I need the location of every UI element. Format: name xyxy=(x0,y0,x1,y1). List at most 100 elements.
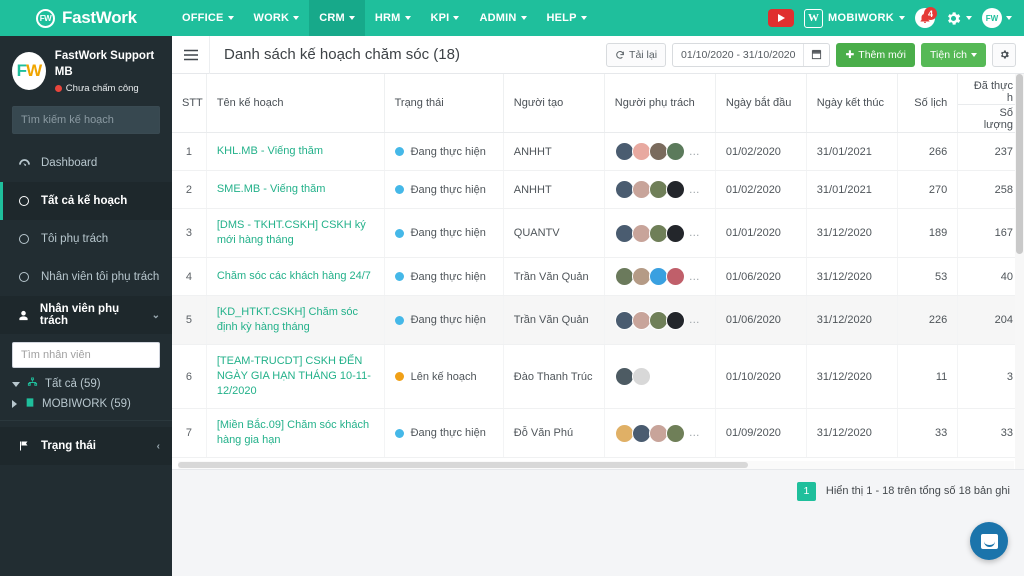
cell-plan-name[interactable]: [KD_HTKT.CSKH] Chăm sóc định kỳ hàng thá… xyxy=(206,295,385,345)
plan-link[interactable]: [DMS - TKHT.CSKH] CSKH ký mới hàng tháng xyxy=(217,218,374,248)
scrollbar-thumb[interactable] xyxy=(178,462,748,468)
avatar xyxy=(614,367,634,386)
nav-item-office[interactable]: OFFICE xyxy=(172,0,244,36)
table-row[interactable]: 6 [TEAM-TRUCDT] CSKH ĐẾN NGÀY GIA HẠN TH… xyxy=(172,344,1024,409)
sidebar-item-my-staff-responsibility[interactable]: Nhân viên tôi phụ trách xyxy=(0,258,172,296)
cell-plan-name[interactable]: [TEAM-TRUCDT] CSKH ĐẾN NGÀY GIA HẠN THÁN… xyxy=(206,344,385,409)
circle-icon xyxy=(17,272,31,282)
sidebar-search-box[interactable] xyxy=(12,106,163,134)
employee-search-box[interactable] xyxy=(12,342,163,368)
column-header-schedule-count[interactable]: Số lịch xyxy=(897,74,959,133)
table-row[interactable]: 4 Chăm sóc các khách hàng 24/7 Đang thực… xyxy=(172,257,1024,296)
more-assignees-indicator[interactable]: … xyxy=(689,427,701,439)
cell-status: Đang thực hiện xyxy=(384,208,504,258)
chat-icon xyxy=(980,533,998,549)
settings-menu-button[interactable] xyxy=(945,10,972,27)
utility-label: Tiện ích xyxy=(930,48,967,61)
sidebar-item-all-plans[interactable]: Tất cả kế hoạch xyxy=(0,182,172,220)
cell-start-date: 01/01/2020 xyxy=(715,208,807,258)
date-range-picker[interactable]: 01/10/2020 - 31/10/2020 xyxy=(672,42,831,67)
nav-item-hrm[interactable]: HRM xyxy=(365,0,421,36)
utility-button[interactable]: Tiện ích xyxy=(921,42,986,67)
chat-support-button[interactable] xyxy=(970,522,1008,560)
employee-search-input[interactable] xyxy=(21,349,163,361)
column-header-status[interactable]: Trạng thái xyxy=(384,74,504,133)
table-row[interactable]: 2 SME.MB - Viếng thăm Đang thực hiện ANH… xyxy=(172,170,1024,209)
more-assignees-indicator[interactable]: … xyxy=(689,227,701,239)
column-header-plan-name[interactable]: Tên kế hoạch xyxy=(206,74,385,133)
tree-node-all[interactable]: Tất cả (59) xyxy=(0,374,172,394)
column-header-start-date[interactable]: Ngày bắt đầu xyxy=(715,74,807,133)
date-range-value[interactable]: 01/10/2020 - 31/10/2020 xyxy=(673,44,803,66)
table-row[interactable]: 5 [KD_HTKT.CSKH] Chăm sóc định kỳ hàng t… xyxy=(172,295,1024,345)
nav-item-work[interactable]: WORK xyxy=(244,0,310,36)
brand-logo-area[interactable]: FW FastWork xyxy=(0,0,172,36)
cell-plan-name[interactable]: SME.MB - Viếng thăm xyxy=(206,170,385,209)
cell-schedule-count: 53 xyxy=(897,257,959,296)
sidebar: FW FastWork Support MB Chưa chấm công Da… xyxy=(0,36,172,576)
plan-link[interactable]: [Miền Bắc.09] Chăm sóc khách hàng gia hạ… xyxy=(217,418,374,448)
column-header-assignee[interactable]: Người phụ trách xyxy=(604,74,716,133)
sidebar-item-my-responsibility[interactable]: Tôi phụ trách xyxy=(0,220,172,258)
more-assignees-indicator[interactable]: … xyxy=(689,184,701,196)
workspace-label: MOBIWORK xyxy=(828,12,894,24)
attendance-status: Chưa chấm công xyxy=(54,83,162,94)
notifications-button[interactable]: 4 xyxy=(915,7,937,28)
youtube-icon[interactable] xyxy=(768,9,795,27)
scrollbar-thumb[interactable] xyxy=(1016,74,1023,254)
nav-label-help: HELP xyxy=(546,12,577,24)
user-profile-block[interactable]: FW FastWork Support MB Chưa chấm công xyxy=(0,36,172,106)
table-row[interactable]: 1 KHL.MB - Viếng thăm Đang thực hiện ANH… xyxy=(172,132,1024,171)
plan-link[interactable]: KHL.MB - Viếng thăm xyxy=(217,144,374,159)
plan-link[interactable]: [KD_HTKT.CSKH] Chăm sóc định kỳ hàng thá… xyxy=(217,305,374,335)
tree-node-mobiwork[interactable]: MOBIWORK (59) xyxy=(0,394,172,414)
column-header-end-date[interactable]: Ngày kết thúc xyxy=(806,74,898,133)
sidebar-toggle-button[interactable] xyxy=(172,35,210,74)
tree-node-label: Tất cả (59) xyxy=(45,378,101,390)
chevron-down-icon xyxy=(453,16,460,20)
table-settings-button[interactable] xyxy=(992,42,1016,67)
nav-item-help[interactable]: HELP xyxy=(537,0,597,36)
pagination-bar: 1 Hiển thị 1 - 18 trên tổng số 18 bản gh… xyxy=(172,470,1024,512)
notification-badge: 4 xyxy=(924,7,937,20)
plan-link[interactable]: Chăm sóc các khách hàng 24/7 xyxy=(217,269,374,284)
more-assignees-indicator[interactable]: … xyxy=(689,271,701,283)
table-row[interactable]: 3 [DMS - TKHT.CSKH] CSKH ký mới hàng thá… xyxy=(172,208,1024,258)
cell-schedule-count: 266 xyxy=(897,132,959,171)
table-horizontal-scrollbar[interactable] xyxy=(178,461,1014,469)
avatar xyxy=(648,267,668,286)
add-new-button[interactable]: ✚ Thêm mới xyxy=(836,42,916,67)
nav-item-crm[interactable]: CRM xyxy=(309,0,365,36)
nav-item-admin[interactable]: ADMIN xyxy=(469,0,536,36)
column-header-creator[interactable]: Người tạo xyxy=(503,74,605,133)
nav-item-kpi[interactable]: KPI xyxy=(421,0,470,36)
search-input[interactable] xyxy=(21,114,163,126)
table-vertical-scrollbar[interactable] xyxy=(1015,74,1024,469)
add-new-label: Thêm mới xyxy=(858,48,907,61)
cell-plan-name[interactable]: [Miền Bắc.09] Chăm sóc khách hàng gia hạ… xyxy=(206,408,385,458)
cell-end-date: 31/12/2020 xyxy=(806,295,898,345)
page-number-button[interactable]: 1 xyxy=(796,481,816,501)
user-account-menu[interactable]: FW xyxy=(982,8,1012,28)
sidebar-section-assignee[interactable]: Nhân viên phụ trách ⌄ xyxy=(0,296,172,334)
sidebar-item-label: Tất cả kế hoạch xyxy=(41,195,128,207)
cell-status: Đang thực hiện xyxy=(384,257,504,296)
more-assignees-indicator[interactable]: … xyxy=(689,146,701,158)
plan-link[interactable]: [TEAM-TRUCDT] CSKH ĐẾN NGÀY GIA HẠN THÁN… xyxy=(217,354,374,399)
building-icon xyxy=(23,397,36,411)
sidebar-section-status[interactable]: Trạng thái ‹ xyxy=(0,427,172,465)
table-row[interactable]: 7 [Miền Bắc.09] Chăm sóc khách hàng gia … xyxy=(172,408,1024,458)
cell-plan-name[interactable]: Chăm sóc các khách hàng 24/7 xyxy=(206,257,385,296)
workspace-switcher[interactable]: W MOBIWORK xyxy=(804,8,905,28)
column-header-stt[interactable]: STT xyxy=(172,74,207,133)
more-assignees-indicator[interactable]: … xyxy=(689,314,701,326)
column-header-quantity[interactable]: Số lượng xyxy=(957,104,1024,133)
chevron-left-icon: ‹ xyxy=(156,440,160,452)
cell-plan-name[interactable]: KHL.MB - Viếng thăm xyxy=(206,132,385,171)
plan-link[interactable]: SME.MB - Viếng thăm xyxy=(217,182,374,197)
calendar-icon[interactable] xyxy=(803,43,829,66)
cell-plan-name[interactable]: [DMS - TKHT.CSKH] CSKH ký mới hàng tháng xyxy=(206,208,385,258)
sidebar-item-dashboard[interactable]: Dashboard xyxy=(0,144,172,182)
reload-button[interactable]: Tải lại xyxy=(606,42,667,67)
cell-creator: QUANTV xyxy=(503,208,605,258)
